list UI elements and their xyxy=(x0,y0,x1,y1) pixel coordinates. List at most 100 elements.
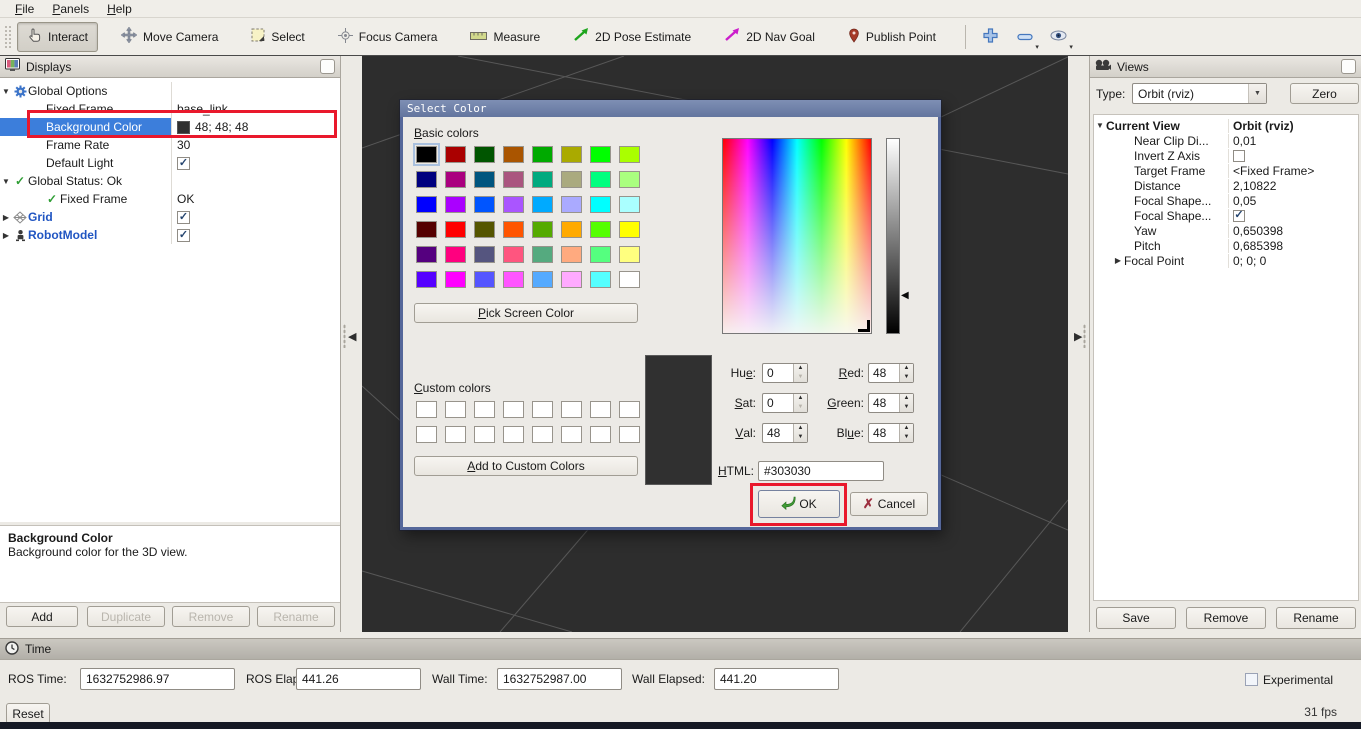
reset-button[interactable]: Reset xyxy=(6,703,50,724)
views-panel-header[interactable]: Views xyxy=(1090,56,1361,78)
color-swatch[interactable] xyxy=(619,426,640,443)
color-swatch[interactable] xyxy=(590,246,611,263)
measure-tool-button[interactable]: Measure xyxy=(460,24,550,50)
rename-display-button[interactable]: Rename xyxy=(257,606,335,627)
color-swatch[interactable] xyxy=(503,146,524,163)
view-type-combobox[interactable]: Orbit (rviz) ▼ xyxy=(1132,83,1267,104)
invert-z-checkbox[interactable] xyxy=(1233,150,1245,162)
blue-value[interactable]: 48 xyxy=(869,424,899,442)
color-swatch[interactable] xyxy=(619,401,640,418)
color-swatch[interactable] xyxy=(532,196,553,213)
views-row-value[interactable]: 0; 0; 0 xyxy=(1233,254,1266,268)
cancel-button[interactable]: ✗ Cancel xyxy=(850,492,928,516)
views-row-value[interactable]: 0,685398 xyxy=(1233,239,1283,253)
duplicate-display-button[interactable]: Duplicate xyxy=(87,606,165,627)
color-swatch[interactable] xyxy=(503,246,524,263)
color-swatch[interactable] xyxy=(445,171,466,188)
color-swatch[interactable] xyxy=(503,171,524,188)
ros-time-input[interactable]: 1632752986.97 xyxy=(80,668,235,690)
select-tool-button[interactable]: Select xyxy=(241,22,314,51)
expander-icon[interactable]: ▼ xyxy=(0,87,12,96)
color-swatch[interactable] xyxy=(590,221,611,238)
spin-down-icon[interactable]: ▼ xyxy=(794,403,807,412)
val-spinbox[interactable]: 48▲▼ xyxy=(762,423,808,443)
spin-up-icon[interactable]: ▲ xyxy=(794,364,807,373)
blue-spinbox[interactable]: 48▲▼ xyxy=(868,423,914,443)
color-swatch[interactable] xyxy=(561,146,582,163)
hue-spinbox[interactable]: 0▲▼ xyxy=(762,363,808,383)
zoom-in-button[interactable] xyxy=(976,23,1006,51)
combobox-dropdown-icon[interactable]: ▼ xyxy=(1248,84,1266,103)
color-swatch[interactable] xyxy=(590,401,611,418)
time-panel-header[interactable]: Time xyxy=(0,638,1361,660)
spin-up-icon[interactable]: ▲ xyxy=(900,394,913,403)
zero-view-button[interactable]: Zero xyxy=(1290,83,1359,104)
color-swatch[interactable] xyxy=(416,401,437,418)
tree-row-robotmodel[interactable]: ▶ RobotModel ✓ xyxy=(0,226,340,244)
color-swatch[interactable] xyxy=(445,271,466,288)
color-swatch[interactable] xyxy=(445,426,466,443)
color-swatch[interactable] xyxy=(532,271,553,288)
color-swatch[interactable] xyxy=(474,426,495,443)
tree-row[interactable]: Frame Rate 30 xyxy=(0,136,340,154)
color-swatch[interactable] xyxy=(445,246,466,263)
visibility-button[interactable]: ▾ xyxy=(1044,23,1074,51)
focus-camera-tool-button[interactable]: Focus Camera xyxy=(328,22,448,52)
expander-icon[interactable]: ▼ xyxy=(0,177,12,186)
gutter-grip[interactable] xyxy=(1083,324,1086,348)
expander-icon[interactable]: ▶ xyxy=(0,213,12,222)
menu-help[interactable]: Help xyxy=(98,1,141,17)
gutter-grip[interactable] xyxy=(343,324,346,348)
rename-view-button[interactable]: Rename xyxy=(1276,607,1356,629)
tree-row[interactable]: ▼ Global Options xyxy=(0,82,340,100)
spin-down-icon[interactable]: ▼ xyxy=(794,373,807,382)
toolbar-grip[interactable] xyxy=(4,25,11,49)
add-display-button[interactable]: Add xyxy=(6,606,78,627)
color-swatch[interactable] xyxy=(532,171,553,188)
focal-shape-checkbox[interactable]: ✓ xyxy=(1233,210,1245,222)
color-swatch[interactable] xyxy=(561,246,582,263)
spin-down-icon[interactable]: ▼ xyxy=(794,433,807,442)
views-tree-row[interactable]: Target Frame <Fixed Frame> xyxy=(1094,163,1358,178)
color-swatch[interactable] xyxy=(503,271,524,288)
color-swatch[interactable] xyxy=(445,196,466,213)
background-color-value[interactable]: 48; 48; 48 xyxy=(195,120,248,134)
color-swatch[interactable] xyxy=(619,221,640,238)
tree-row[interactable]: Default Light ✓ xyxy=(0,154,340,172)
color-swatch[interactable] xyxy=(474,246,495,263)
color-swatch[interactable] xyxy=(561,196,582,213)
color-swatch[interactable] xyxy=(532,221,553,238)
spin-up-icon[interactable]: ▲ xyxy=(794,424,807,433)
wall-time-input[interactable]: 1632752987.00 xyxy=(497,668,622,690)
views-tree-row[interactable]: Yaw 0,650398 xyxy=(1094,223,1358,238)
views-tree-row[interactable]: Invert Z Axis xyxy=(1094,148,1358,163)
tree-row-grid[interactable]: ▶ Grid ✓ xyxy=(0,208,340,226)
color-swatch[interactable] xyxy=(503,401,524,418)
sat-spinbox[interactable]: 0▲▼ xyxy=(762,393,808,413)
zoom-out-button[interactable]: ▾ xyxy=(1010,23,1040,51)
nav-goal-tool-button[interactable]: 2D Nav Goal xyxy=(714,22,825,51)
spin-down-icon[interactable]: ▼ xyxy=(900,403,913,412)
pose-estimate-tool-button[interactable]: 2D Pose Estimate xyxy=(563,22,701,51)
move-camera-tool-button[interactable]: Move Camera xyxy=(111,21,228,52)
color-swatch[interactable] xyxy=(445,146,466,163)
color-swatch[interactable] xyxy=(561,221,582,238)
hue-saturation-gradient[interactable] xyxy=(722,138,872,334)
color-swatch[interactable] xyxy=(503,221,524,238)
expander-icon[interactable]: ▶ xyxy=(0,231,12,240)
color-swatch[interactable] xyxy=(590,196,611,213)
color-swatch[interactable] xyxy=(619,196,640,213)
tree-row[interactable]: Fixed Frame base_link xyxy=(0,100,340,118)
publish-point-tool-button[interactable]: Publish Point xyxy=(838,22,946,52)
color-swatch[interactable] xyxy=(416,246,437,263)
views-row-value[interactable]: 0,05 xyxy=(1233,194,1256,208)
color-swatch[interactable] xyxy=(532,246,553,263)
color-swatch[interactable] xyxy=(590,271,611,288)
ros-elapsed-input[interactable]: 441.26 xyxy=(296,668,421,690)
color-swatch[interactable] xyxy=(532,146,553,163)
default-light-checkbox[interactable]: ✓ xyxy=(177,157,190,170)
tree-row[interactable]: ▼ ✓ Global Status: Ok xyxy=(0,172,340,190)
color-swatch[interactable] xyxy=(474,401,495,418)
color-swatch[interactable] xyxy=(474,146,495,163)
views-tree-row[interactable]: ▼Current View Orbit (rviz) xyxy=(1094,118,1358,133)
